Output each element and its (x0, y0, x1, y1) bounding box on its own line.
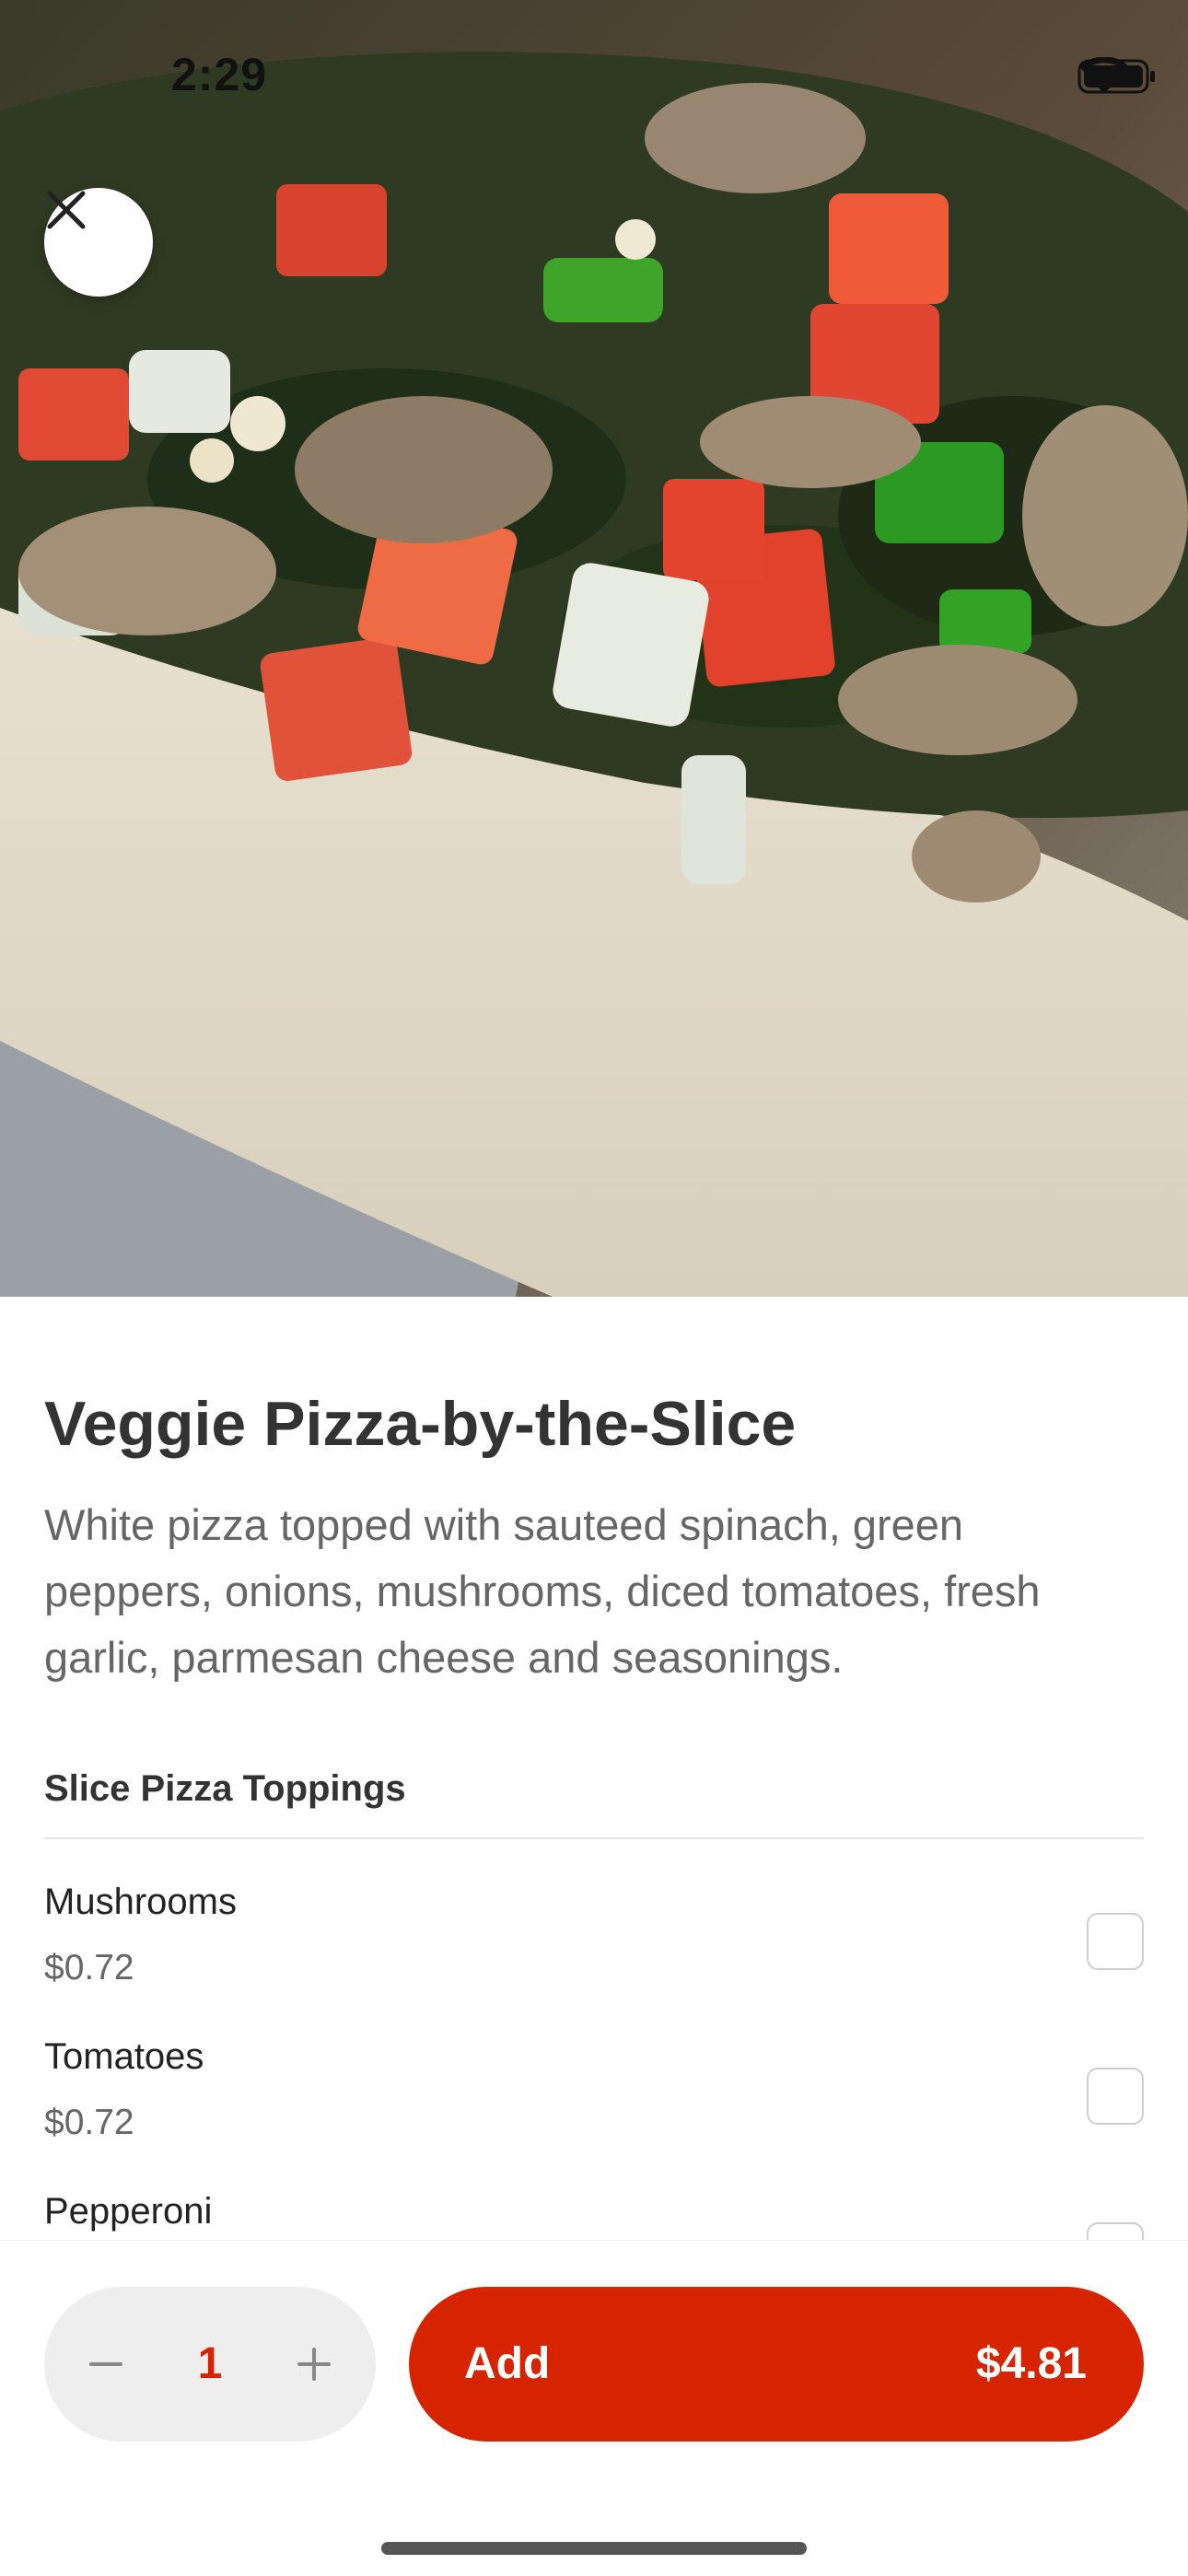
quantity-stepper: 1 (44, 2287, 376, 2442)
quantity-value: 1 (197, 2339, 223, 2388)
option-mushrooms[interactable]: Mushrooms $0.72 (44, 1839, 1144, 1994)
status-time: 2:29 (171, 49, 268, 100)
close-button[interactable] (44, 188, 153, 297)
battery-icon (1077, 59, 1155, 94)
add-button-label: Add (464, 2339, 551, 2388)
option-name: Tomatoes (44, 2036, 204, 2077)
increase-quantity-button[interactable] (263, 2287, 365, 2442)
item-description: White pizza topped with sauteed spinach,… (44, 1500, 1041, 1682)
item-details: Veggie Pizza-by-the-Slice White pizza to… (44, 1297, 1144, 2303)
option-price: $0.72 (44, 2103, 134, 2142)
section-title: Slice Pizza Toppings (44, 1768, 1144, 1839)
add-to-order-button[interactable]: Add $4.81 (409, 2287, 1144, 2442)
option-name: Pepperoni (44, 2191, 213, 2232)
option-checkbox[interactable] (1087, 2068, 1144, 2125)
bottom-action-bar: 1 Add $4.81 (0, 2240, 1188, 2576)
option-checkbox[interactable] (1087, 1913, 1144, 1970)
add-button-price: $4.81 (975, 2339, 1087, 2388)
close-icon (47, 191, 86, 229)
home-indicator[interactable] (381, 2542, 807, 2555)
decrease-quantity-button[interactable] (55, 2287, 157, 2442)
item-title: Veggie Pizza-by-the-Slice (44, 1389, 797, 1459)
option-price: $0.72 (44, 1948, 134, 1987)
pizza-photo (0, 0, 1188, 1297)
plus-icon (297, 2348, 331, 2381)
minus-icon (89, 2362, 122, 2366)
status-bar: 2:29 (0, 0, 1188, 147)
hero-image: 2:29 (0, 0, 1188, 1297)
option-name: Mushrooms (44, 1882, 237, 1922)
option-tomatoes[interactable]: Tomatoes $0.72 (44, 1994, 1144, 2149)
